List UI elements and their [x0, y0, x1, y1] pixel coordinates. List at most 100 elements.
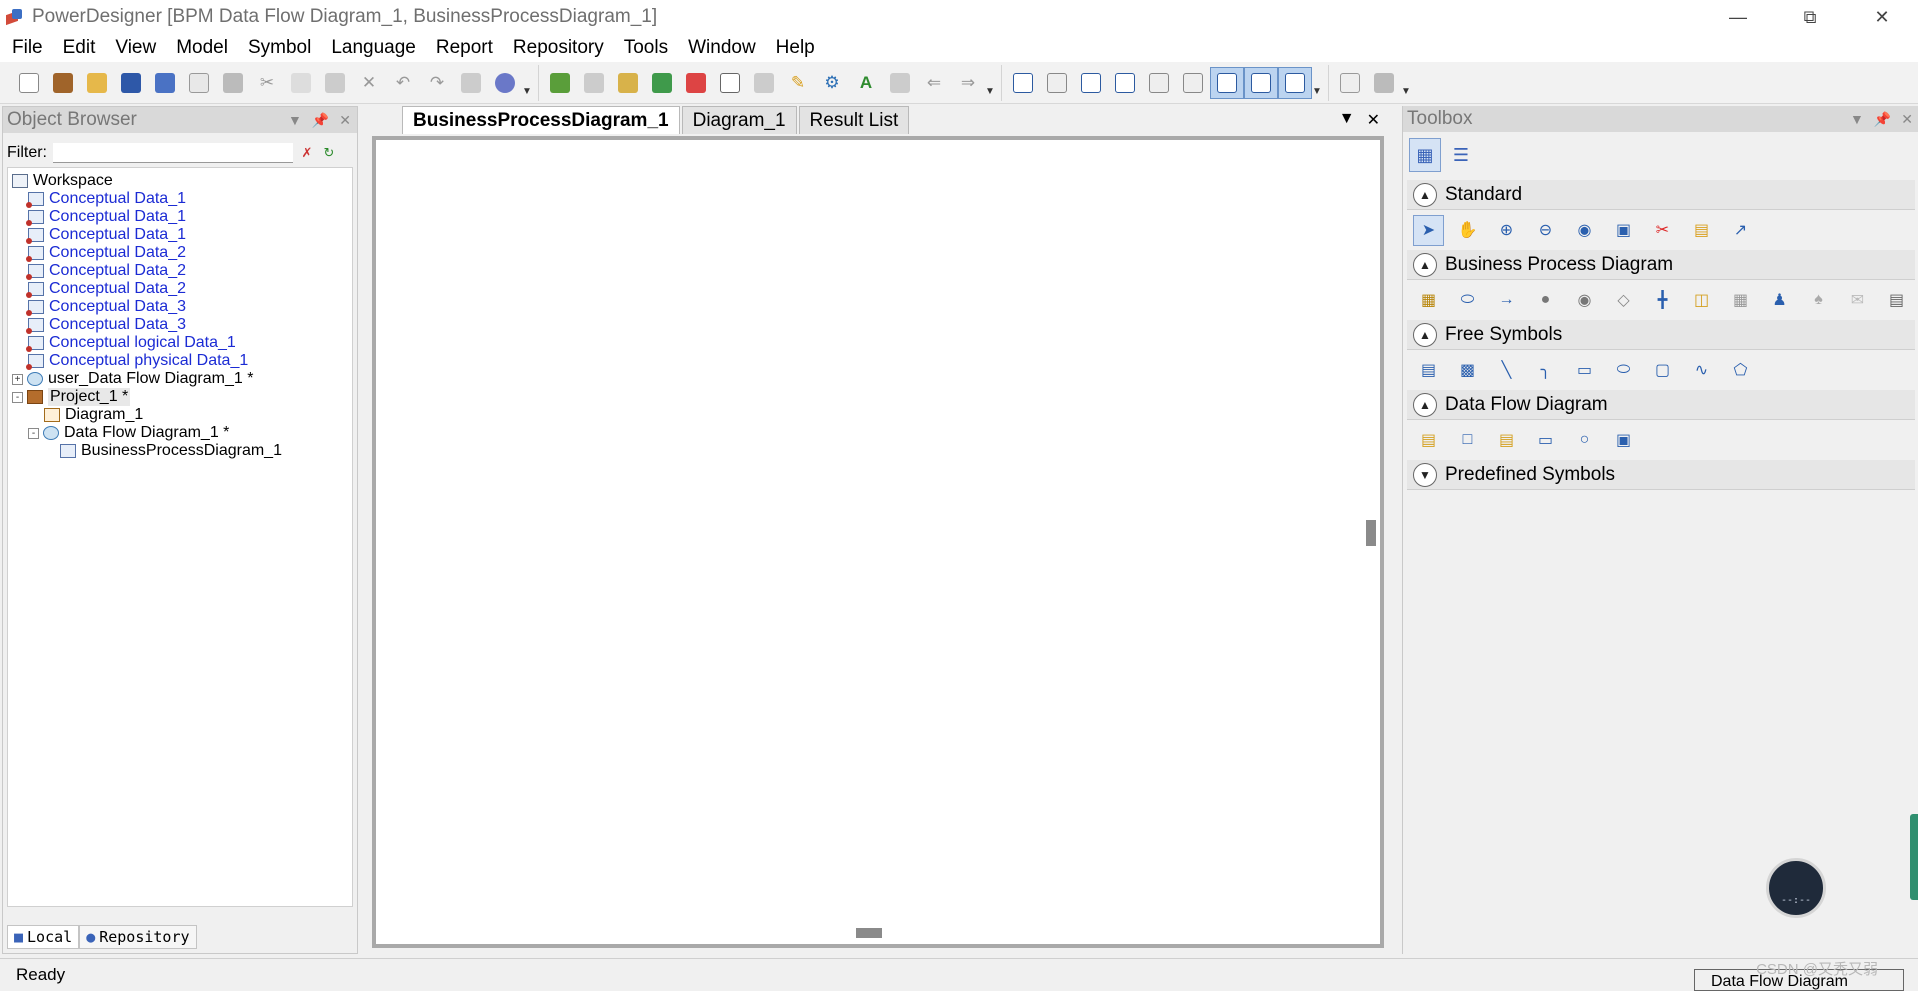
font-icon[interactable]: A [849, 67, 883, 99]
dfd-flow-icon[interactable]: ▣ [1608, 425, 1639, 456]
list-view-icon[interactable]: ☰ [1445, 138, 1477, 172]
new-icon[interactable] [12, 67, 46, 99]
layout-2-icon[interactable] [1040, 67, 1074, 99]
dfd-start-icon[interactable]: ○ [1569, 425, 1600, 456]
layout-6-icon[interactable] [1176, 67, 1210, 99]
collapse-chevron-icon[interactable]: ▲ [1413, 252, 1437, 277]
collapse-chevron-icon[interactable]: ▲ [1413, 322, 1437, 347]
zoom-fit-icon[interactable]: ◉ [1569, 215, 1600, 246]
pointer-icon[interactable]: ➤ [1413, 214, 1444, 246]
properties-icon[interactable]: ▤ [1686, 215, 1717, 246]
print-preview-icon[interactable] [182, 67, 216, 99]
print-2-icon[interactable] [1367, 67, 1401, 99]
decision-icon[interactable]: ◇ [1608, 285, 1639, 316]
check-model-icon[interactable] [679, 67, 713, 99]
section-business-process-diagram[interactable]: ▲ Business Process Diagram [1407, 250, 1915, 280]
minimize-button[interactable]: — [1702, 0, 1774, 34]
close-document-icon[interactable]: ✕ [1367, 110, 1380, 130]
document-icon[interactable]: ▤ [1881, 285, 1912, 316]
result-list-toggle-icon[interactable] [1278, 66, 1312, 99]
layout-1-icon[interactable] [1006, 67, 1040, 99]
menu-edit[interactable]: Edit [53, 34, 106, 62]
print-preview-2-icon[interactable] [1333, 67, 1367, 99]
browser-toggle-icon[interactable] [1210, 66, 1244, 99]
shape-icon[interactable] [713, 67, 747, 99]
menu-repository[interactable]: Repository [503, 34, 614, 62]
message-format-icon[interactable]: ✉ [1842, 285, 1873, 316]
text-icon[interactable]: ▩ [1452, 355, 1483, 386]
save-all-icon[interactable] [148, 67, 182, 99]
grid-view-icon[interactable]: ▦ [1409, 138, 1441, 172]
open-icon[interactable] [80, 67, 114, 99]
redo-icon[interactable]: ↷ [420, 67, 454, 99]
copy-icon[interactable] [284, 67, 318, 99]
end-icon[interactable]: ◉ [1569, 285, 1600, 316]
menu-window[interactable]: Window [678, 34, 766, 62]
menu-symbol[interactable]: Symbol [238, 34, 321, 62]
menu-model[interactable]: Model [166, 34, 238, 62]
menu-view[interactable]: View [105, 34, 166, 62]
new-project-icon[interactable] [46, 67, 80, 99]
polyline-icon[interactable]: ∿ [1686, 355, 1717, 386]
menu-file[interactable]: File [2, 34, 53, 62]
close-window-button[interactable]: ✕ [1846, 0, 1918, 34]
role-association-icon[interactable]: ♠ [1803, 285, 1834, 316]
find-icon[interactable] [577, 67, 611, 99]
edge-sidebar-tab[interactable] [1910, 814, 1918, 900]
floating-widget[interactable]: --:-- [1766, 858, 1826, 918]
pin-icon[interactable]: 📌 [1874, 111, 1891, 128]
tab-businessprocessdiagram[interactable]: BusinessProcessDiagram_1 [402, 106, 680, 134]
align-icon[interactable] [883, 67, 917, 99]
resource-icon[interactable]: ◫ [1686, 285, 1717, 316]
package-icon[interactable]: ▦ [1413, 285, 1444, 316]
title-icon[interactable]: ▤ [1413, 355, 1444, 386]
process-icon[interactable]: ⬭ [1452, 285, 1483, 316]
print-icon[interactable] [216, 67, 250, 99]
collapse-chevron-icon[interactable]: ▲ [1413, 392, 1437, 417]
forward-icon[interactable]: ⇒ [951, 67, 985, 99]
link-icon[interactable]: ↗ [1725, 215, 1756, 246]
clear-filter-icon[interactable]: ✗ [299, 145, 315, 161]
split-merge-icon[interactable]: ▤ [1491, 425, 1522, 456]
group-icon[interactable] [747, 67, 781, 99]
undo-icon[interactable]: ↶ [386, 67, 420, 99]
refresh-filter-icon[interactable]: ↻ [321, 145, 337, 161]
paste-icon[interactable] [318, 67, 352, 99]
new-model-icon[interactable] [543, 67, 577, 99]
cut-icon[interactable]: ✂ [250, 67, 284, 99]
panel-close-icon[interactable]: ✕ [339, 112, 351, 129]
role-icon[interactable]: ♟ [1764, 285, 1795, 316]
horizontal-scrollbar[interactable] [856, 928, 882, 938]
expand-icon[interactable]: + [12, 373, 23, 385]
collapse-icon[interactable]: - [28, 427, 39, 439]
layout-4-icon[interactable] [1108, 67, 1142, 99]
polygon-icon[interactable]: ⬠ [1725, 355, 1756, 386]
toolbar-overflow-icon[interactable]: ▼ [1401, 86, 1413, 101]
arc-icon[interactable]: ╮ [1530, 355, 1561, 386]
external-entity-icon[interactable]: □ [1452, 425, 1483, 456]
dfd-process-icon[interactable]: ▭ [1530, 425, 1561, 456]
open-package-icon[interactable]: ▣ [1608, 215, 1639, 246]
cut-icon[interactable]: ✂ [1647, 215, 1678, 246]
section-standard[interactable]: ▲ Standard [1407, 180, 1915, 210]
section-data-flow-diagram[interactable]: ▲ Data Flow Diagram [1407, 390, 1915, 420]
collapse-icon[interactable]: - [12, 391, 23, 403]
rectangle-icon[interactable]: ▭ [1569, 355, 1600, 386]
panel-close-icon[interactable]: ✕ [1901, 111, 1913, 128]
menu-tools[interactable]: Tools [614, 34, 678, 62]
tree-item-bpd[interactable]: BusinessProcessDiagram_1 [60, 440, 282, 462]
menu-language[interactable]: Language [321, 34, 426, 62]
refresh-icon[interactable] [645, 67, 679, 99]
line-icon[interactable]: ╲ [1491, 355, 1522, 386]
collapse-chevron-icon[interactable]: ▲ [1413, 182, 1437, 207]
panel-menu-icon[interactable]: ▼ [288, 112, 302, 128]
pin-icon[interactable]: 📌 [312, 112, 329, 129]
fill-icon[interactable]: ⚙ [815, 67, 849, 99]
tab-list-icon[interactable]: ▼ [1339, 110, 1355, 130]
tab-repository[interactable]: ● Repository [79, 925, 197, 949]
impact-analysis-icon[interactable] [611, 67, 645, 99]
data-store-icon[interactable]: ▤ [1413, 425, 1444, 456]
layout-5-icon[interactable] [1142, 67, 1176, 99]
zoom-in-icon[interactable]: ⊕ [1491, 215, 1522, 246]
start-icon[interactable]: ● [1530, 285, 1561, 316]
